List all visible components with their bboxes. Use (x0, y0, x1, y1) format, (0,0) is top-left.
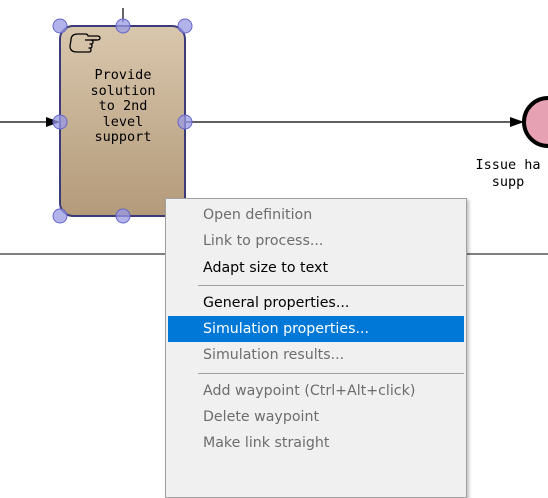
resize-handle-top-right[interactable] (177, 18, 193, 34)
end-event-circle[interactable] (522, 96, 548, 148)
end-event-label: Issue ha supp (475, 157, 541, 190)
outgoing-arrowhead-icon (510, 117, 524, 127)
task-label: Provide solution to 2nd level support (90, 67, 156, 145)
menu-item-simulation-results[interactable]: Simulation results... (168, 342, 464, 368)
menu-separator (198, 284, 464, 286)
menu-item-delete-waypoint[interactable]: Delete waypoint (168, 404, 464, 430)
menu-item-link-to-process[interactable]: Link to process... (168, 228, 464, 254)
resize-handle-bottom-left[interactable] (52, 208, 68, 224)
resize-handle-top[interactable] (115, 18, 131, 34)
resize-handle-bottom[interactable] (115, 208, 131, 224)
menu-item-make-link-straight[interactable]: Make link straight (168, 430, 464, 456)
menu-item-add-waypoint[interactable]: Add waypoint (Ctrl+Alt+click) (168, 378, 464, 404)
menu-item-general-properties[interactable]: General properties... (168, 290, 464, 316)
menu-item-open-definition[interactable]: Open definition (168, 202, 464, 228)
menu-item-adapt-size-to-text[interactable]: Adapt size to text (168, 255, 464, 281)
menu-separator (198, 372, 464, 374)
resize-handle-top-left[interactable] (52, 18, 68, 34)
context-menu: Open definition Link to process... Adapt… (165, 198, 467, 498)
menu-item-simulation-properties[interactable]: Simulation properties... (168, 316, 464, 343)
